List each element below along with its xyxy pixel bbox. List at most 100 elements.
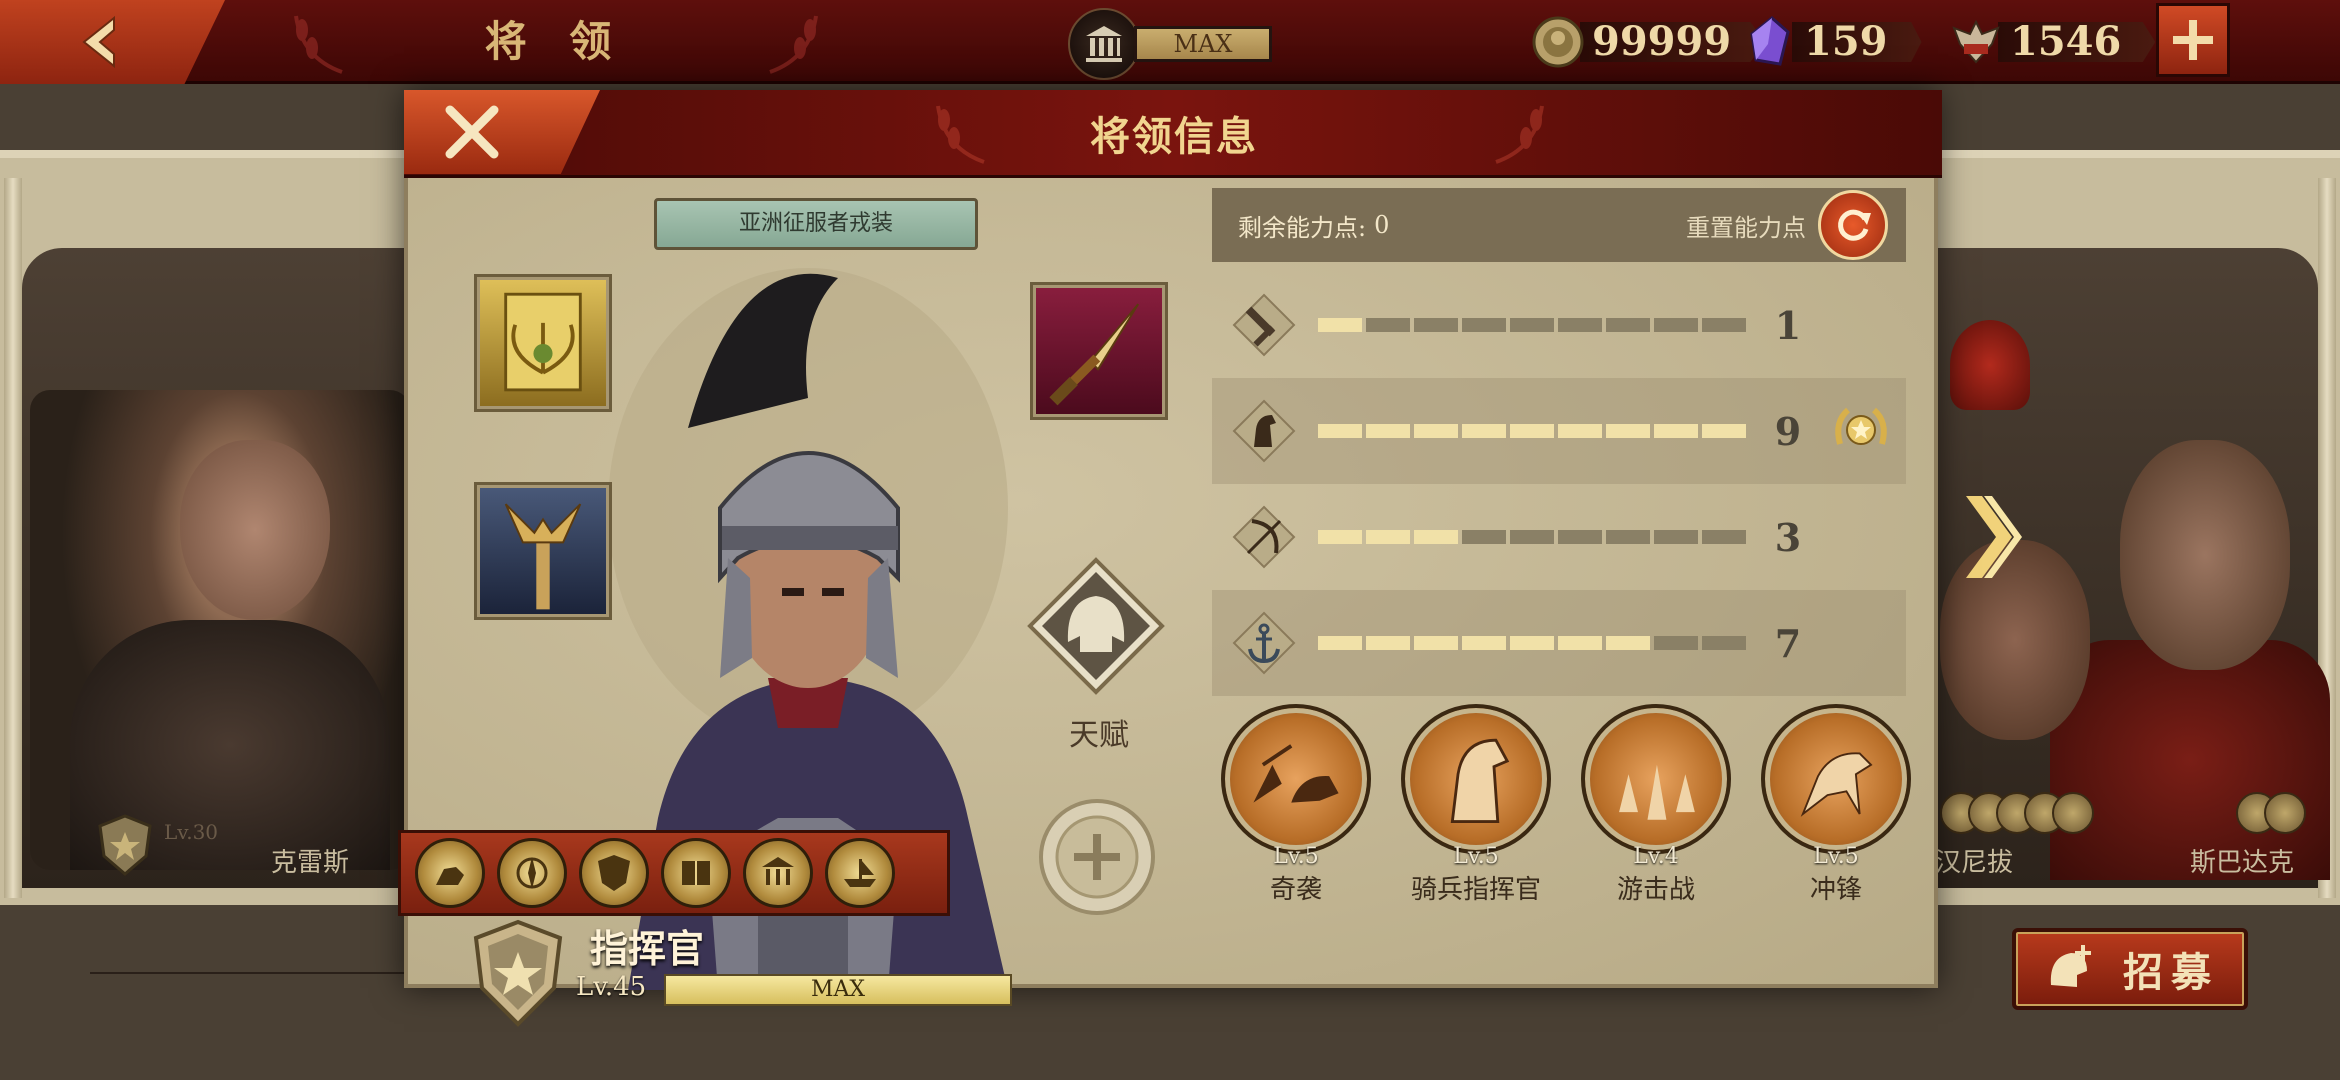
plus-icon	[2173, 20, 2213, 60]
skill-ambush[interactable]: Lv.5 奇袭	[1218, 704, 1374, 906]
skill-charge[interactable]: Lv.5 冲锋	[1758, 704, 1914, 906]
back-button[interactable]	[0, 0, 225, 84]
sword-icon	[1232, 293, 1296, 357]
medal-coins	[1940, 792, 2094, 838]
general-name: 斯巴达克	[2190, 848, 2295, 878]
building-level-bar: MAX	[1134, 26, 1272, 62]
building-icon[interactable]	[1068, 8, 1140, 80]
laurel-icon	[294, 15, 343, 74]
skill-cavalry-commander[interactable]: Lv.5 骑兵指挥官	[1398, 704, 1554, 906]
eagle-standard-icon	[504, 503, 582, 610]
dialog-header: 将领信息	[404, 90, 1942, 178]
level-progress-bar: MAX	[664, 974, 1012, 1006]
recruit-label: 招募	[2123, 949, 2219, 996]
add-resource-button[interactable]	[2156, 3, 2230, 77]
book-icon	[682, 861, 710, 885]
ambush-skill-icon	[1221, 704, 1371, 854]
weapon-equipment-slot[interactable]	[1030, 282, 1168, 420]
dialog-body: 亚洲征服者戎装 天赋 指挥官 Lv.45 MAX 剩余能力点: 0 重置能力点 …	[398, 178, 1934, 1027]
passive-skill-slot[interactable]	[661, 838, 731, 908]
skill-name: 游击战	[1616, 875, 1695, 905]
horse-head-skill-icon	[1401, 704, 1551, 854]
riders-skill-icon	[1581, 704, 1731, 854]
purple-gem-icon	[1750, 16, 1790, 66]
reset-points-label: 重置能力点	[1686, 213, 1806, 242]
token-count: 1546	[1998, 22, 2156, 62]
coin-resource[interactable]: 99999	[1530, 14, 1766, 70]
talent-label: 天赋	[1069, 718, 1129, 753]
laurel-icon	[1495, 105, 1544, 164]
back-arrow-icon	[82, 15, 115, 69]
laurel-icon	[936, 105, 985, 164]
banner-equipment-slot[interactable]	[474, 274, 612, 412]
horse-icon	[1232, 399, 1296, 463]
horse-rider-icon	[436, 867, 464, 885]
costume-label[interactable]: 亚洲征服者戎装	[654, 198, 978, 250]
skill-name: 骑兵指挥官	[1410, 875, 1541, 905]
recruit-button[interactable]: 招募	[2012, 928, 2248, 1010]
helmet-plus-icon	[2050, 945, 2091, 987]
coin-count: 99999	[1580, 22, 1766, 62]
temple-icon	[762, 857, 794, 885]
stat-value: 3	[1774, 514, 1802, 560]
bow-icon	[1232, 505, 1296, 569]
attribute-panel: 剩余能力点: 0 重置能力点 1 9 3 7	[1212, 188, 1906, 696]
stat-progress-bar	[1318, 424, 1746, 438]
ability-points-label: 剩余能力点:	[1238, 213, 1367, 242]
gem-count: 159	[1792, 22, 1922, 62]
stat-value: 1	[1774, 302, 1802, 348]
close-button[interactable]	[404, 90, 600, 174]
skill-guerrilla[interactable]: Lv.4 游击战	[1578, 704, 1734, 906]
shield-icon	[598, 855, 630, 891]
next-general-arrow-icon[interactable]	[1962, 492, 2026, 582]
pillar	[4, 178, 22, 898]
divider	[90, 972, 410, 974]
coin-icon	[1532, 16, 1584, 68]
ship-icon	[844, 859, 876, 887]
general-portrait-face	[180, 440, 330, 620]
general-card-left[interactable]	[30, 390, 410, 870]
ability-points-value: 0	[1374, 211, 1390, 239]
standard-equipment-slot[interactable]	[474, 482, 612, 620]
compass-icon	[516, 857, 548, 889]
helmet-crest	[1950, 320, 2030, 410]
stat-row-navy: 7	[1212, 590, 1906, 696]
stat-row-infantry: 1	[1212, 272, 1906, 378]
reset-points-button[interactable]	[1818, 190, 1888, 260]
dialog-title: 将领信息	[1090, 113, 1258, 160]
rank-shield-icon	[98, 814, 152, 876]
close-icon	[445, 105, 499, 159]
page-title: 将 领	[484, 17, 626, 66]
general-level: Lv.30	[164, 820, 219, 844]
passive-skill-slot[interactable]	[743, 838, 813, 908]
charging-horse-skill-icon	[1761, 704, 1911, 854]
top-bar: 将 领 MAX 99999 159 1546	[0, 0, 2340, 84]
gem-resource[interactable]: 159	[1742, 14, 1922, 70]
general-name: 汉尼拔	[1935, 848, 2014, 878]
peacock-banner-icon	[504, 292, 582, 392]
laurel-star-icon	[1835, 407, 1887, 445]
stat-row-archer: 3	[1212, 484, 1906, 590]
passive-skill-strip	[398, 830, 950, 916]
general-level: Lv.45	[576, 972, 647, 1002]
passive-skill-slot[interactable]	[415, 838, 485, 908]
stat-progress-bar	[1318, 318, 1746, 332]
talent-helmet-icon[interactable]	[1026, 556, 1166, 696]
stat-progress-bar	[1318, 530, 1746, 544]
passive-skill-slot[interactable]	[825, 838, 895, 908]
anchor-icon	[1232, 611, 1296, 675]
passive-skill-slot[interactable]	[579, 838, 649, 908]
rank-name: 指挥官	[590, 926, 705, 971]
rank-shield-icon	[473, 919, 563, 1027]
laurel-icon	[769, 15, 818, 74]
stat-value: 7	[1774, 620, 1802, 666]
stat-row-cavalry: 9	[1212, 378, 1906, 484]
refresh-icon	[1838, 209, 1871, 241]
add-slot-icon[interactable]	[1036, 796, 1158, 918]
skill-name: 冲锋	[1809, 875, 1862, 905]
token-resource[interactable]: 1546	[1948, 14, 2156, 70]
passive-skill-slot[interactable]	[497, 838, 567, 908]
general-portrait-face	[2120, 440, 2290, 670]
general-name: 克雷斯	[270, 848, 349, 878]
medal-coins	[2236, 792, 2306, 838]
